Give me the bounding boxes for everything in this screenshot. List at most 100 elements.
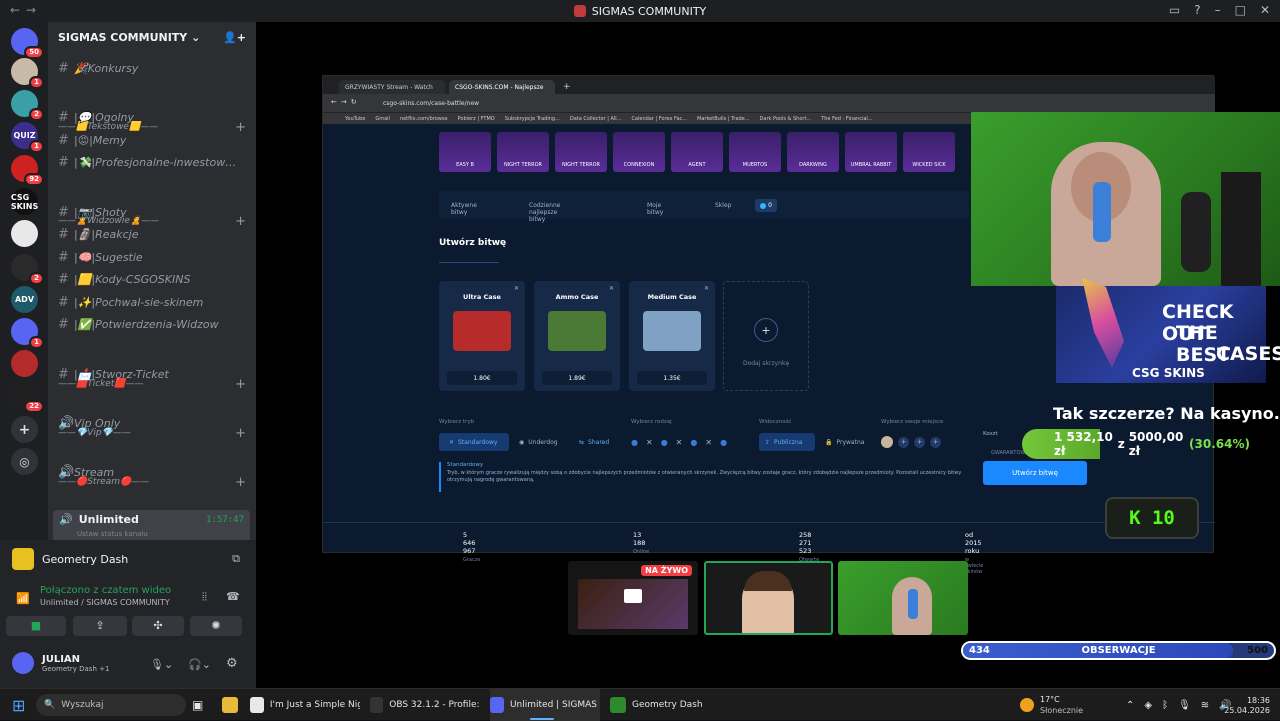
text-channel[interactable]: # |😡|Memy [58, 130, 250, 150]
create-battle-button[interactable]: Utwórz bitwę [983, 461, 1087, 485]
drop-card[interactable]: DARKWING [787, 132, 839, 172]
taskbar-app[interactable]: Geometry Dash [610, 689, 710, 721]
bookmark[interactable]: netflix.com/browse [400, 116, 448, 122]
minimize-button[interactable]: – [1215, 3, 1221, 17]
taskbar-app[interactable]: I'm Just a Simple Nigga [250, 689, 360, 721]
active-voice-channel[interactable]: 🔊 Unlimited 1:57:47 Ustaw status kanału [53, 510, 250, 542]
empty-seat-icon[interactable]: + [914, 436, 925, 448]
maximize-button[interactable]: □ [1235, 3, 1246, 17]
screen-share-button[interactable]: ⇪ [73, 616, 127, 636]
inbox-icon[interactable]: ▭ [1169, 3, 1180, 17]
search-box[interactable]: 🔍 Wyszukaj [36, 689, 186, 721]
user-panel[interactable]: JULIAN Geometry Dash +1 [12, 652, 109, 674]
microphone-icon[interactable]: 🎙⌄ [150, 658, 173, 671]
remove-case-icon[interactable]: ✕ [514, 285, 519, 292]
text-channel[interactable]: # |✨|Pochwal-sie-skinem [58, 292, 250, 312]
signal-icon[interactable]: 📶 [16, 592, 30, 605]
server-icon-server-1[interactable]: 1 [11, 58, 44, 89]
headphones-icon[interactable]: 🎧⌄ [188, 658, 211, 671]
voice-channel[interactable]: 🔊 Stream [58, 462, 250, 482]
camera-button[interactable]: ■ [6, 616, 66, 636]
bookmark[interactable]: Data Collector | All... [570, 116, 622, 122]
drop-card[interactable]: NIGHT TERROR [497, 132, 549, 172]
case-card[interactable]: Medium Case 1.35€ ✕ [629, 281, 715, 391]
nav-arrows[interactable]: ←→ [10, 3, 42, 17]
channel-status[interactable]: Ustaw status kanału [77, 530, 148, 538]
text-channel[interactable]: # |📷|Shoty [58, 202, 250, 222]
stream-thumbnail-screen[interactable]: NA ŻYWO [568, 561, 698, 635]
text-channel[interactable]: # 🎉Konkursy [58, 58, 250, 78]
case-card[interactable]: Ultra Case 1.80€ ✕ [439, 281, 525, 391]
server-icon-server-7[interactable]: 2 [11, 254, 44, 285]
bookmark[interactable]: Pobierz | FTMO [458, 116, 495, 122]
system-tray[interactable]: ⌃ ◈ ᛒ 🎙 ≋ 🔊 [1126, 689, 1232, 721]
start-button[interactable]: ⊞ [12, 689, 25, 721]
drop-card[interactable]: UMBRAL RABBIT [845, 132, 897, 172]
server-icon-csgo-skins-server[interactable]: CSG SKINS [11, 188, 38, 215]
popout-icon[interactable]: ⧉ [232, 552, 240, 566]
server-icon-tools-server[interactable]: 1 [11, 318, 44, 349]
visibility-private[interactable]: 🔒 Prywatna [819, 433, 871, 451]
text-channel[interactable]: # |📩|Stworz-Ticket [58, 364, 250, 384]
text-channel[interactable]: # |🗿|Reakcje [58, 224, 250, 244]
drop-card[interactable]: WICKED SICK [903, 132, 955, 172]
text-channel[interactable]: # |🧠|Sugestie [58, 247, 250, 267]
add-server-icon[interactable]: + [11, 416, 38, 443]
browser-nav-icons[interactable]: ←→↻ [331, 98, 361, 106]
weather-widget[interactable]: 17°C Słonecznie [1020, 689, 1083, 721]
soundboard-button[interactable]: ✺ [190, 616, 242, 636]
drop-card[interactable]: EASY B [439, 132, 491, 172]
server-icon-server-4[interactable]: 92 [11, 155, 44, 186]
server-icon-quiz-server[interactable]: QUIZ 1 [11, 122, 44, 153]
server-icon-discord-home[interactable]: 50 [11, 28, 44, 59]
new-tab-icon[interactable]: + [563, 82, 571, 92]
server-icon-server-10[interactable] [11, 350, 38, 377]
bookmark[interactable]: Subskrypcje Trading... [505, 116, 560, 122]
visibility-public[interactable]: ⇪ Publiczna [759, 433, 815, 451]
server-header[interactable]: SIGMAS COMMUNITY ⌄ 👤+ [48, 22, 256, 52]
taskbar-app[interactable]: OBS 32.1.2 - Profile: Bez [370, 689, 480, 721]
noise-suppression-icon[interactable]: ⦙⦙ [202, 590, 207, 604]
battle-nav-tab[interactable]: Sklep [715, 202, 731, 209]
file-explorer-button[interactable] [222, 689, 238, 721]
settings-gear-icon[interactable]: ⚙ [226, 656, 238, 671]
add-case-card[interactable]: + Dodaj skrzynkę [723, 281, 809, 391]
player-count-selector[interactable]: ● ✕ ● ✕ ● ✕ ● [631, 433, 741, 451]
drop-card[interactable]: MUERTOS [729, 132, 781, 172]
server-icon-server-6[interactable] [11, 220, 38, 247]
close-button[interactable]: ✕ [1260, 3, 1270, 17]
url-bar[interactable]: ←→↻ csgo-skins.com/case-battle/new [323, 94, 1215, 112]
voice-channel[interactable]: 🔊 Vip Only [58, 413, 250, 433]
drop-card[interactable]: AGENT [671, 132, 723, 172]
empty-seat-icon[interactable]: + [930, 436, 941, 448]
text-channel[interactable]: # |💬|Ogolny [58, 107, 250, 127]
taskbar-app[interactable]: Unlimited | SIGMAS CO [490, 689, 600, 721]
bookmark[interactable]: Dark Pools & Short... [760, 116, 812, 122]
server-icon-server-2[interactable]: 2 [11, 90, 44, 121]
help-icon[interactable]: ? [1194, 3, 1200, 17]
nav-count-badge[interactable]: 0 [755, 199, 777, 212]
bookmark[interactable]: The Fed - Financial... [821, 116, 872, 122]
text-channel[interactable]: # |🟨|Kody-CSGOSKINS [58, 269, 250, 289]
stream-thumbnail-cam-2[interactable] [838, 561, 968, 635]
bookmark[interactable]: MarketBulls | Trade... [697, 116, 750, 122]
bookmark[interactable]: YouTube [345, 116, 365, 122]
discover-icon[interactable]: ◎ [11, 448, 38, 475]
empty-seat-icon[interactable]: + [898, 436, 909, 448]
mode-pill-shared[interactable]: ⇆ Shared [573, 433, 621, 451]
battle-nav-tab[interactable]: Codzienne najlepsze bitwy [529, 202, 560, 223]
battle-nav-tab[interactable]: Moje bitwy [647, 202, 663, 216]
mic-icon[interactable]: 🎙 [1178, 700, 1191, 711]
clock[interactable]: 18:36 25.04.2026 [1224, 689, 1270, 721]
bookmark[interactable]: Calendar | Forex Fac... [631, 116, 687, 122]
remove-case-icon[interactable]: ✕ [609, 285, 614, 292]
mode-pill-standard[interactable]: ✕ Standardowy [439, 433, 509, 451]
battle-nav-tab[interactable]: Aktywne bitwy [451, 202, 477, 216]
bluetooth-icon[interactable]: ᛒ [1162, 700, 1168, 711]
activities-button[interactable]: ✣ [132, 616, 184, 636]
remove-case-icon[interactable]: ✕ [704, 285, 709, 292]
drop-card[interactable]: NIGHT TERROR [555, 132, 607, 172]
browser-tab-active[interactable]: CSGO-SKINS.COM - Najlepsze [449, 80, 555, 94]
browser-tab[interactable]: GRZYWIASTY Stream - Watch [339, 80, 445, 94]
text-channel[interactable]: # |✅|Potwierdzenia-Widzow [58, 314, 250, 334]
